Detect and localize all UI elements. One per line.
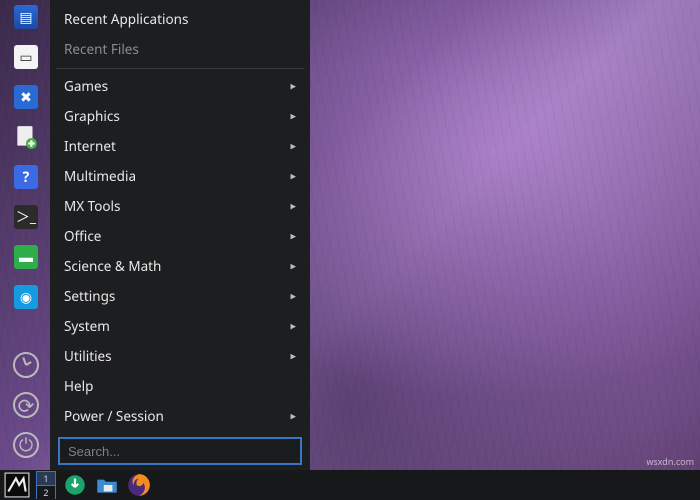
search-input[interactable] <box>58 437 302 465</box>
menu-item-label: Recent Files <box>64 40 139 58</box>
menu-item-label: Office <box>64 227 101 245</box>
menu-item-label: Power / Session <box>64 407 164 425</box>
chevron-right-icon: ▸ <box>290 169 296 184</box>
category-settings[interactable]: Settings ▸ <box>58 281 302 311</box>
clock-icon[interactable] <box>11 350 41 380</box>
add-file-icon[interactable] <box>11 122 41 152</box>
menu-separator <box>56 68 304 69</box>
search-wrap <box>50 431 310 473</box>
menu-item-label: Internet <box>64 137 116 155</box>
firefox-icon[interactable] <box>126 472 152 498</box>
taskbar: 1 2 <box>0 470 700 500</box>
category-system[interactable]: System ▸ <box>58 311 302 341</box>
chevron-right-icon: ▸ <box>290 139 296 154</box>
chevron-right-icon: ▸ <box>290 259 296 274</box>
watermark: wsxdn.com <box>646 455 694 468</box>
updater-icon[interactable] <box>62 472 88 498</box>
help-icon[interactable]: ? <box>11 162 41 192</box>
chevron-right-icon: ▸ <box>290 79 296 94</box>
menu-item-label: Multimedia <box>64 167 136 185</box>
desktop-launcher-column: ▤ ▭ ✖ ? ＞_ ▬ ◉ <box>8 2 44 460</box>
power-icon[interactable] <box>11 430 41 460</box>
category-internet[interactable]: Internet ▸ <box>58 131 302 161</box>
document-icon[interactable]: ▭ <box>11 42 41 72</box>
bottom-items: Help Power / Session ▸ <box>50 371 310 431</box>
category-science-math[interactable]: Science & Math ▸ <box>58 251 302 281</box>
chevron-right-icon: ▸ <box>290 349 296 364</box>
recent-files: Recent Files <box>58 34 302 64</box>
window-list-icon[interactable]: ▤ <box>11 2 41 32</box>
menu-item-label: MX Tools <box>64 197 121 215</box>
menu-item-label: Games <box>64 77 108 95</box>
workspace-1[interactable]: 1 <box>37 472 55 486</box>
chevron-right-icon: ▸ <box>290 109 296 124</box>
files-icon[interactable] <box>94 472 120 498</box>
category-office[interactable]: Office ▸ <box>58 221 302 251</box>
sync-icon[interactable] <box>11 390 41 420</box>
category-list: Games ▸ Graphics ▸ Internet ▸ Multimedia ▸ M… <box>50 71 310 371</box>
application-menu: Recent Applications Recent Files Games ▸ … <box>50 0 310 470</box>
chevron-right-icon: ▸ <box>290 319 296 334</box>
menu-item-label: Utilities <box>64 347 112 365</box>
menu-help[interactable]: Help <box>58 371 302 401</box>
category-multimedia[interactable]: Multimedia ▸ <box>58 161 302 191</box>
category-utilities[interactable]: Utilities ▸ <box>58 341 302 371</box>
menu-item-label: System <box>64 317 110 335</box>
category-graphics[interactable]: Graphics ▸ <box>58 101 302 131</box>
menu-item-label: Settings <box>64 287 115 305</box>
chevron-right-icon: ▸ <box>290 199 296 214</box>
chevron-right-icon: ▸ <box>290 409 296 424</box>
file-manager-icon[interactable]: ▬ <box>11 242 41 272</box>
menu-power-session[interactable]: Power / Session ▸ <box>58 401 302 431</box>
menu-item-label: Science & Math <box>64 257 161 275</box>
category-games[interactable]: Games ▸ <box>58 71 302 101</box>
tools-icon[interactable]: ✖ <box>11 82 41 112</box>
menu-item-label: Graphics <box>64 107 120 125</box>
recent-applications[interactable]: Recent Applications <box>58 4 302 34</box>
chevron-right-icon: ▸ <box>290 229 296 244</box>
terminal-icon[interactable]: ＞_ <box>11 202 41 232</box>
workspace-2[interactable]: 2 <box>37 486 55 499</box>
mx-menu-icon[interactable] <box>4 472 30 498</box>
chevron-right-icon: ▸ <box>290 289 296 304</box>
menu-item-label: Help <box>64 377 93 395</box>
menu-item-label: Recent Applications <box>64 10 188 28</box>
workspace-pager[interactable]: 1 2 <box>36 471 56 499</box>
category-mx-tools[interactable]: MX Tools ▸ <box>58 191 302 221</box>
display-settings-icon[interactable]: ◉ <box>11 282 41 312</box>
